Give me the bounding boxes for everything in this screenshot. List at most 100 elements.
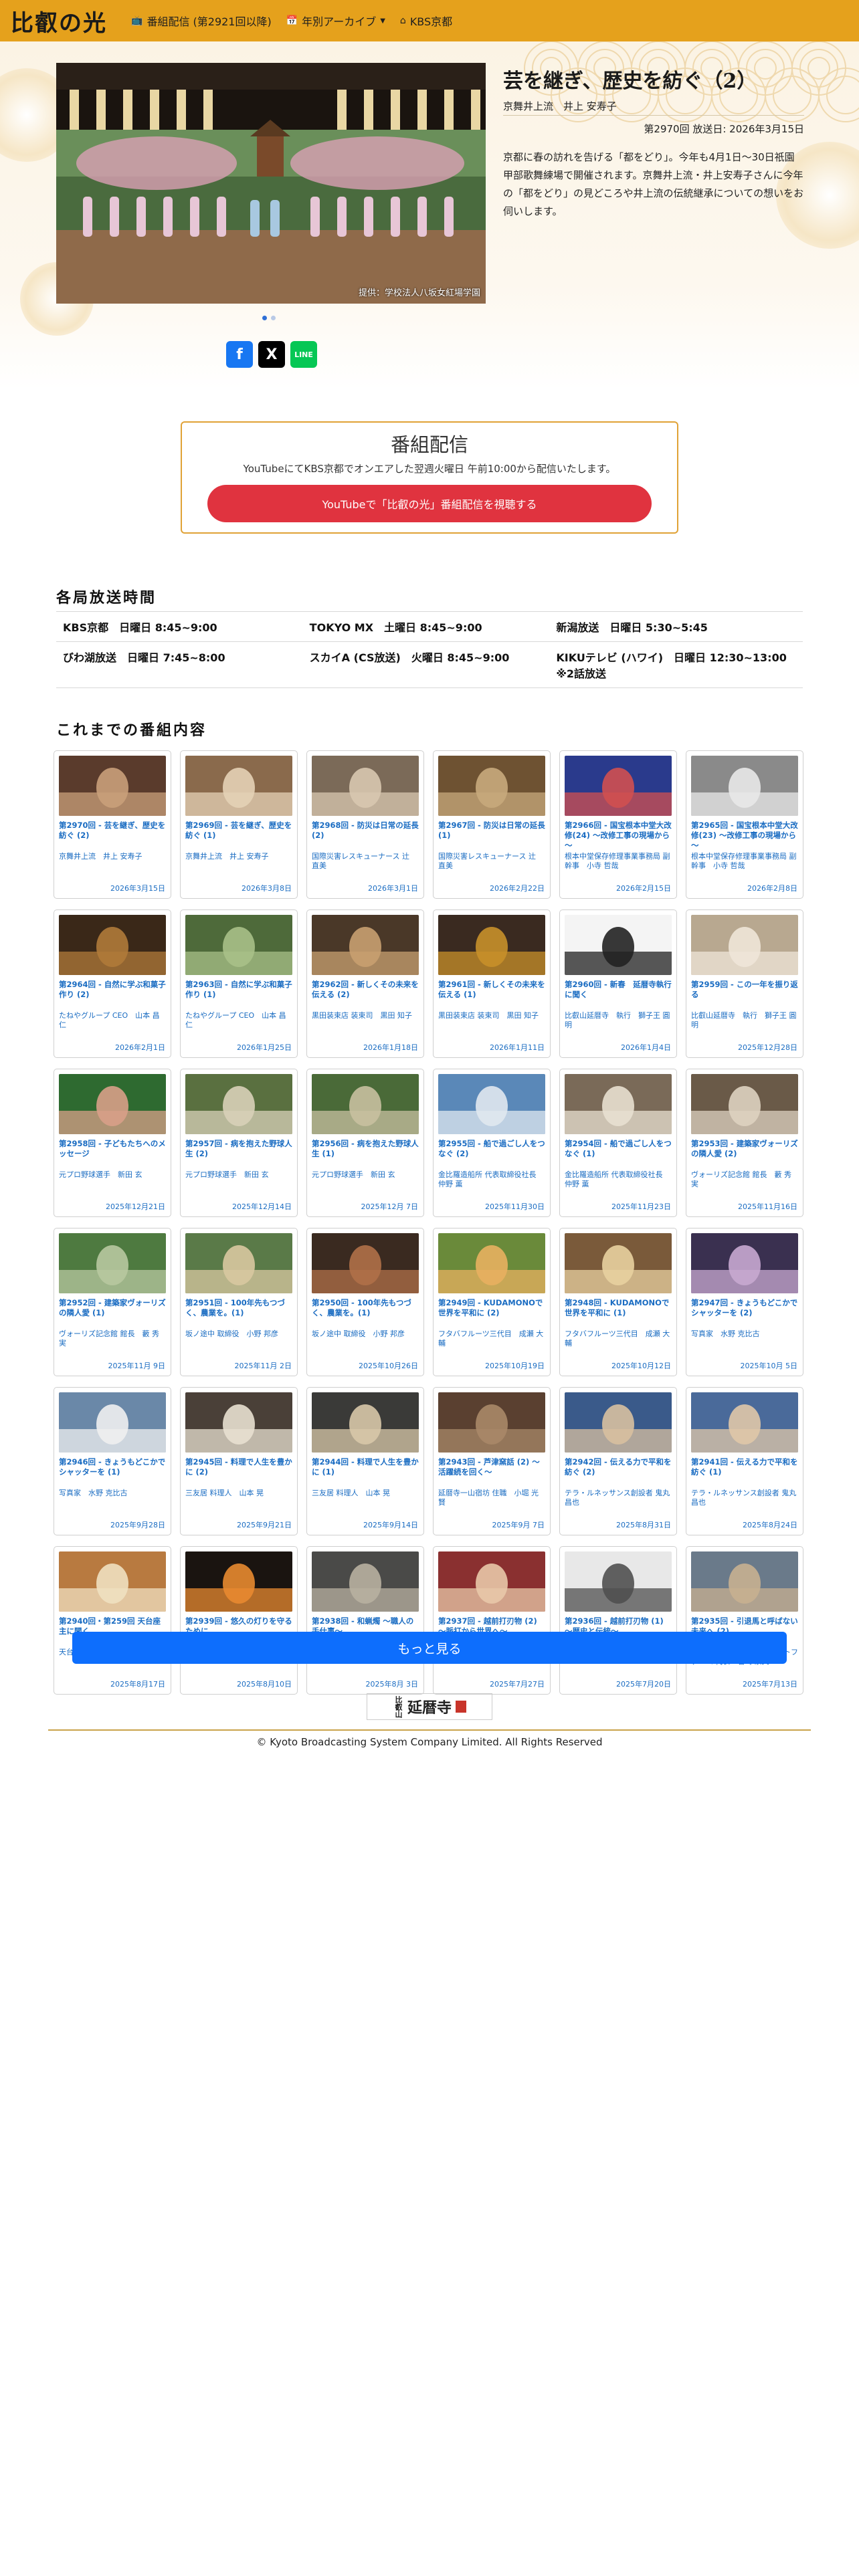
- episode-thumbnail[interactable]: [438, 1233, 545, 1293]
- episode-title[interactable]: 第2951回 - 100年先もつづく、農業を。(1): [185, 1298, 292, 1328]
- episode-title[interactable]: 第2955回 - 船で過ごし人をつなぐ (2): [438, 1139, 545, 1169]
- episode-thumbnail[interactable]: [59, 1392, 166, 1453]
- episode-title[interactable]: 第2969回 - 芸を継ぎ、歴史を紡ぐ (1): [185, 821, 292, 851]
- episode-thumbnail[interactable]: [565, 1551, 672, 1612]
- sponsor-logo[interactable]: 比叡山 延暦寺: [367, 1693, 492, 1720]
- episode-thumbnail[interactable]: [59, 756, 166, 816]
- episode-title[interactable]: 第2957回 - 病を抱えた野球人生 (2): [185, 1139, 292, 1169]
- episode-thumbnail[interactable]: [438, 1551, 545, 1612]
- episode-title[interactable]: 第2964回 - 自然に学ぶ和菓子作り (2): [59, 980, 166, 1010]
- episode-card[interactable]: 第2950回 - 100年先もつづく、農業を。(1) 坂ノ途中 取締役 小野 邦彦…: [306, 1228, 424, 1376]
- episode-thumbnail[interactable]: [59, 915, 166, 975]
- episode-thumbnail[interactable]: [312, 756, 419, 816]
- episode-thumbnail[interactable]: [312, 1074, 419, 1134]
- episode-thumbnail[interactable]: [185, 915, 292, 975]
- carousel-dot[interactable]: [262, 316, 267, 320]
- site-logo[interactable]: 比叡の光: [11, 5, 107, 37]
- episode-card[interactable]: 第2939回 - 悠久の灯りを守るために中村ローソク 田川 広一2025年8月1…: [180, 1546, 298, 1695]
- episode-card[interactable]: 第2942回 - 伝える力で平和を紡ぐ (2) テラ・ルネッサンス創設者 鬼丸 昌…: [559, 1387, 677, 1535]
- episode-card[interactable]: 第2959回 - この一年を振り返る 比叡山延暦寺 執行 獅子王 圓明 2025年1…: [686, 909, 803, 1058]
- episode-thumbnail[interactable]: [565, 1074, 672, 1134]
- episode-thumbnail[interactable]: [59, 1233, 166, 1293]
- episode-card[interactable]: 第2935回 - 引退馬と呼ばない未来へ (2)Yogibo ヴェルサイユリゾー…: [686, 1546, 803, 1695]
- nav-item-streaming[interactable]: 📺 番組配信 (第2921回以降): [131, 13, 272, 29]
- episode-card[interactable]: 第2951回 - 100年先もつづく、農業を。(1) 坂ノ途中 取締役 小野 邦彦…: [180, 1228, 298, 1376]
- episode-thumbnail[interactable]: [691, 1551, 798, 1612]
- episode-thumbnail[interactable]: [565, 1233, 672, 1293]
- episode-thumbnail[interactable]: [312, 1233, 419, 1293]
- x-share-button[interactable]: X: [258, 341, 285, 368]
- episode-title[interactable]: 第2956回 - 病を抱えた野球人生 (1): [312, 1139, 419, 1169]
- episode-card[interactable]: 第2953回 - 建築家ヴォーリズの隣人愛 (2) ヴォーリズ記念館 館長 藪 秀…: [686, 1069, 803, 1217]
- nav-item-kbs[interactable]: ⌂ KBS京都: [400, 13, 452, 29]
- episode-thumbnail[interactable]: [565, 1392, 672, 1453]
- nav-item-archive-dropdown[interactable]: 📅 年別アーカイブ ▼: [286, 13, 385, 29]
- slide-image[interactable]: 提供：学校法人八坂女紅場学園: [56, 63, 486, 304]
- episode-card[interactable]: 第2945回 - 料理で人生を豊かに (2) 三友居 料理人 山本 晃 2025年9…: [180, 1387, 298, 1535]
- episode-title[interactable]: 第2968回 - 防災は日常の延長 (2): [312, 821, 419, 851]
- episode-thumbnail[interactable]: [438, 1074, 545, 1134]
- episode-thumbnail[interactable]: [312, 1551, 419, 1612]
- episode-thumbnail[interactable]: [185, 756, 292, 816]
- episode-title[interactable]: 第2948回 - KUDAMONOで世界を平和に (1): [565, 1298, 672, 1328]
- episode-card[interactable]: 第2970回 - 芸を継ぎ、歴史を紡ぐ (2) 京舞井上流 井上 安寿子 2026年…: [54, 750, 171, 899]
- episode-thumbnail[interactable]: [565, 756, 672, 816]
- episode-title[interactable]: 第2960回 - 新春 延暦寺執行に聞く: [565, 980, 672, 1010]
- episode-title[interactable]: 第2962回 - 新しくその未来を伝える (2): [312, 980, 419, 1010]
- episode-thumbnail[interactable]: [691, 1392, 798, 1453]
- episode-title[interactable]: 第2944回 - 料理で人生を豊かに (1): [312, 1457, 419, 1487]
- episode-card[interactable]: 第2937回 - 越前打刃物 (2) ～脈打から世界へ～安立打刃物5代目 池田 …: [433, 1546, 551, 1695]
- episode-card[interactable]: 第2969回 - 芸を継ぎ、歴史を紡ぐ (1) 京舞井上流 井上 安寿子 2026年…: [180, 750, 298, 899]
- episode-thumbnail[interactable]: [185, 1392, 292, 1453]
- episode-card[interactable]: 第2967回 - 防災は日常の延長 (1) 国際災害レスキューナース 辻 直美 20…: [433, 750, 551, 899]
- episode-card[interactable]: 第2954回 - 船で過ごし人をつなぐ (1) 金比羅造船所 代表取締役社長 仲野…: [559, 1069, 677, 1217]
- episode-title[interactable]: 第2970回 - 芸を継ぎ、歴史を紡ぐ (2): [59, 821, 166, 851]
- episode-card[interactable]: 第2947回 - きょうもどこかでシャッターを (2) 写真家 水野 克比古 202…: [686, 1228, 803, 1376]
- episode-card[interactable]: 第2955回 - 船で過ごし人をつなぐ (2) 金比羅造船所 代表取締役社長 仲野…: [433, 1069, 551, 1217]
- episode-card[interactable]: 第2961回 - 新しくその未来を伝える (1) 黒田装束店 装束司 黒田 知子 2…: [433, 909, 551, 1058]
- episode-title[interactable]: 第2947回 - きょうもどこかでシャッターを (2): [691, 1298, 798, 1328]
- episode-thumbnail[interactable]: [691, 1074, 798, 1134]
- episode-thumbnail[interactable]: [565, 915, 672, 975]
- episode-card[interactable]: 第2957回 - 病を抱えた野球人生 (2) 元プロ野球選手 新田 玄 2025年1…: [180, 1069, 298, 1217]
- episode-thumbnail[interactable]: [185, 1074, 292, 1134]
- episode-card[interactable]: 第2968回 - 防災は日常の延長 (2) 国際災害レスキューナース 辻 直美 20…: [306, 750, 424, 899]
- episode-title[interactable]: 第2954回 - 船で過ごし人をつなぐ (1): [565, 1139, 672, 1169]
- episode-title[interactable]: 第2966回 - 国宝根本中堂大改修(24) ～改修工事の現場から～: [565, 821, 672, 851]
- episode-title[interactable]: 第2963回 - 自然に学ぶ和菓子作り (1): [185, 980, 292, 1010]
- episode-card[interactable]: 第2948回 - KUDAMONOで世界を平和に (1) フタバフルーツ三代目 成…: [559, 1228, 677, 1376]
- line-share-button[interactable]: LINE: [290, 341, 317, 368]
- episode-card[interactable]: 第2963回 - 自然に学ぶ和菓子作り (1) たねやグループ CEO 山本 昌仁…: [180, 909, 298, 1058]
- load-more-button[interactable]: もっと見る: [72, 1632, 787, 1664]
- episode-card[interactable]: 第2964回 - 自然に学ぶ和菓子作り (2) たねやグループ CEO 山本 昌仁…: [54, 909, 171, 1058]
- episode-card[interactable]: 第2943回 - 芦津窯話 (2) ～活躍続を回く～ 延暦寺一山宿坊 住職 小堀 …: [433, 1387, 551, 1535]
- episode-title[interactable]: 第2942回 - 伝える力で平和を紡ぐ (2): [565, 1457, 672, 1487]
- episode-thumbnail[interactable]: [185, 1233, 292, 1293]
- episode-thumbnail[interactable]: [438, 915, 545, 975]
- episode-title[interactable]: 第2950回 - 100年先もつづく、農業を。(1): [312, 1298, 419, 1328]
- episode-title[interactable]: 第2945回 - 料理で人生を豊かに (2): [185, 1457, 292, 1487]
- episode-thumbnail[interactable]: [691, 1233, 798, 1293]
- episode-title[interactable]: 第2943回 - 芦津窯話 (2) ～活躍続を回く～: [438, 1457, 545, 1487]
- episode-title[interactable]: 第2965回 - 国宝根本中堂大改修(23) ～改修工事の現場から～: [691, 821, 798, 851]
- episode-title[interactable]: 第2949回 - KUDAMONOで世界を平和に (2): [438, 1298, 545, 1328]
- episode-thumbnail[interactable]: [438, 756, 545, 816]
- episode-thumbnail[interactable]: [312, 1392, 419, 1453]
- episode-card[interactable]: 第2958回 - 子どもたちへのメッセージ 元プロ野球選手 新田 玄 2025年12…: [54, 1069, 171, 1217]
- episode-title[interactable]: 第2958回 - 子どもたちへのメッセージ: [59, 1139, 166, 1169]
- episode-card[interactable]: 第2962回 - 新しくその未来を伝える (2) 黒田装束店 装束司 黒田 知子 2…: [306, 909, 424, 1058]
- episode-thumbnail[interactable]: [438, 1392, 545, 1453]
- episode-title[interactable]: 第2953回 - 建築家ヴォーリズの隣人愛 (2): [691, 1139, 798, 1169]
- episode-title[interactable]: 第2952回 - 建築家ヴォーリズの隣人愛 (1): [59, 1298, 166, 1328]
- episode-card[interactable]: 第2960回 - 新春 延暦寺執行に聞く 比叡山延暦寺 執行 獅子王 圓明 2026…: [559, 909, 677, 1058]
- carousel-dot[interactable]: [271, 316, 276, 320]
- episode-card[interactable]: 第2965回 - 国宝根本中堂大改修(23) ～改修工事の現場から～ 根本中堂保存…: [686, 750, 803, 899]
- episode-title[interactable]: 第2941回 - 伝える力で平和を紡ぐ (1): [691, 1457, 798, 1487]
- episode-card[interactable]: 第2949回 - KUDAMONOで世界を平和に (2) フタバフルーツ三代目 成…: [433, 1228, 551, 1376]
- episode-card[interactable]: 第2944回 - 料理で人生を豊かに (1) 三友居 料理人 山本 晃 2025年9…: [306, 1387, 424, 1535]
- episode-thumbnail[interactable]: [59, 1551, 166, 1612]
- episode-thumbnail[interactable]: [59, 1074, 166, 1134]
- episode-title[interactable]: 第2946回 - きょうもどこかでシャッターを (1): [59, 1457, 166, 1487]
- episode-card[interactable]: 第2936回 - 越前打刃物 (1) ～歴史と伝統～安立打刃物5代目 池田 拓明…: [559, 1546, 677, 1695]
- episode-thumbnail[interactable]: [312, 915, 419, 975]
